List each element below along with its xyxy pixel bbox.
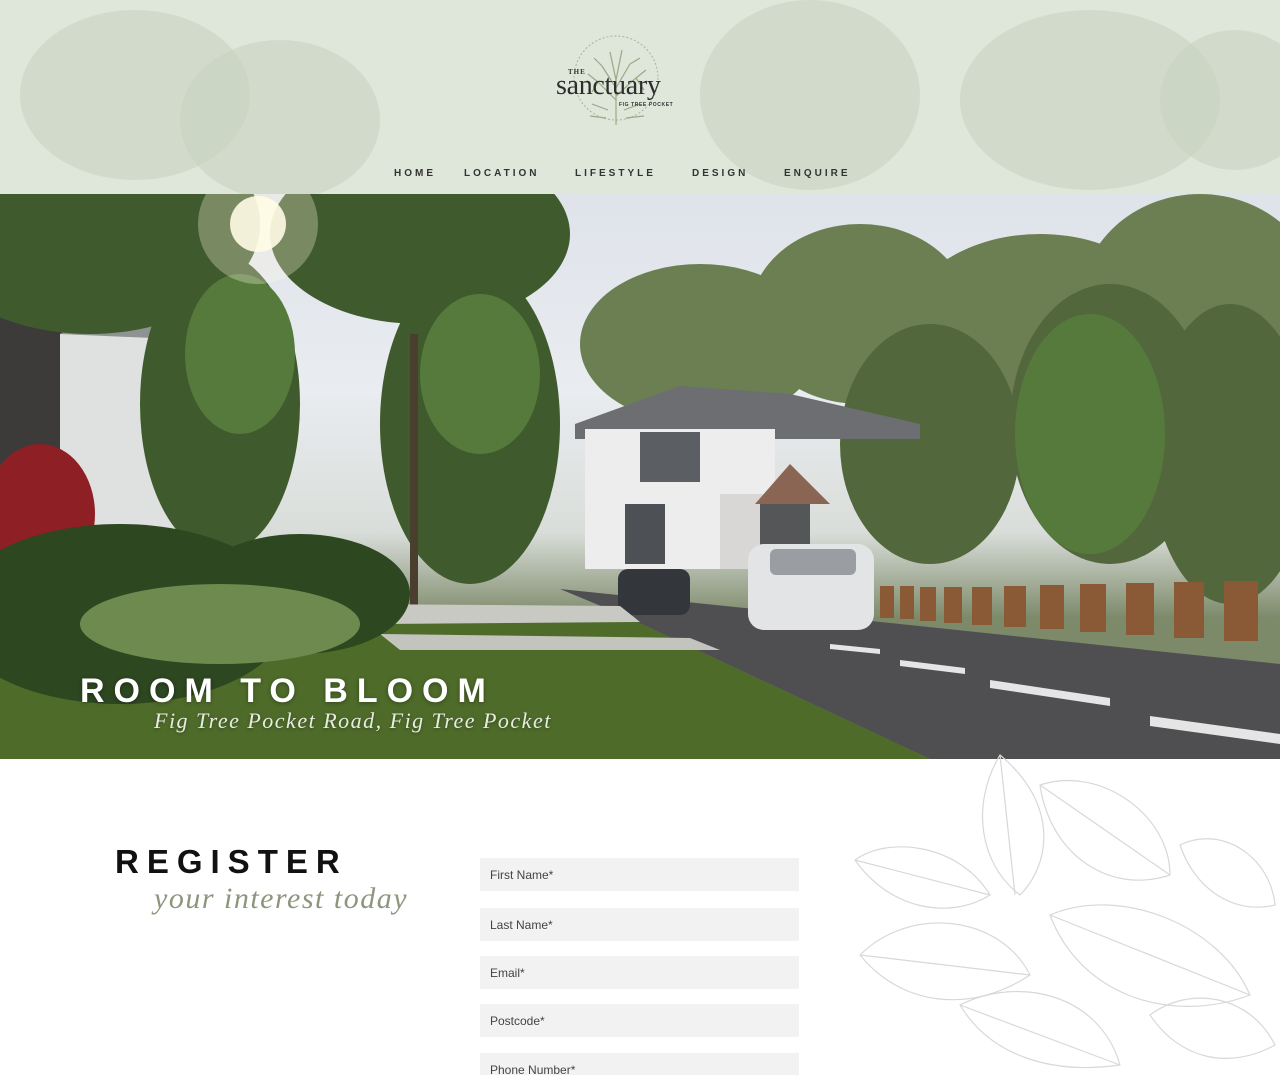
postcode-field[interactable] bbox=[480, 1004, 799, 1037]
nav-location[interactable]: LOCATION bbox=[464, 168, 539, 179]
hero-banner: ROOM TO BLOOM Fig Tree Pocket Road, Fig … bbox=[0, 194, 1280, 759]
site-logo[interactable]: THE sanctuary FIG TREE POCKET bbox=[548, 30, 688, 140]
register-subtitle: your interest today bbox=[154, 882, 409, 915]
main-nav: HOME LOCATION LIFESTYLE DESIGN ENQUIRE bbox=[0, 168, 1280, 182]
nav-enquire[interactable]: ENQUIRE bbox=[784, 168, 851, 179]
hero-title: ROOM TO BLOOM bbox=[80, 672, 495, 710]
background-tree bbox=[700, 0, 920, 190]
last-name-field[interactable] bbox=[480, 908, 799, 941]
hero-subtitle: Fig Tree Pocket Road, Fig Tree Pocket bbox=[154, 708, 552, 733]
email-field[interactable] bbox=[480, 956, 799, 989]
site-header: THE sanctuary FIG TREE POCKET HOME LOCAT… bbox=[0, 0, 1280, 194]
phone-number-field[interactable] bbox=[480, 1053, 799, 1075]
nav-design[interactable]: DESIGN bbox=[692, 168, 748, 179]
logo-location: FIG TREE POCKET bbox=[619, 102, 674, 108]
first-name-field[interactable] bbox=[480, 858, 799, 891]
register-title: REGISTER bbox=[115, 843, 348, 880]
nav-lifestyle[interactable]: LIFESTYLE bbox=[575, 168, 656, 179]
fig-leaf-line-art bbox=[854, 754, 1276, 1069]
logo-name: sanctuary bbox=[556, 70, 661, 101]
nav-home[interactable]: HOME bbox=[394, 168, 436, 179]
